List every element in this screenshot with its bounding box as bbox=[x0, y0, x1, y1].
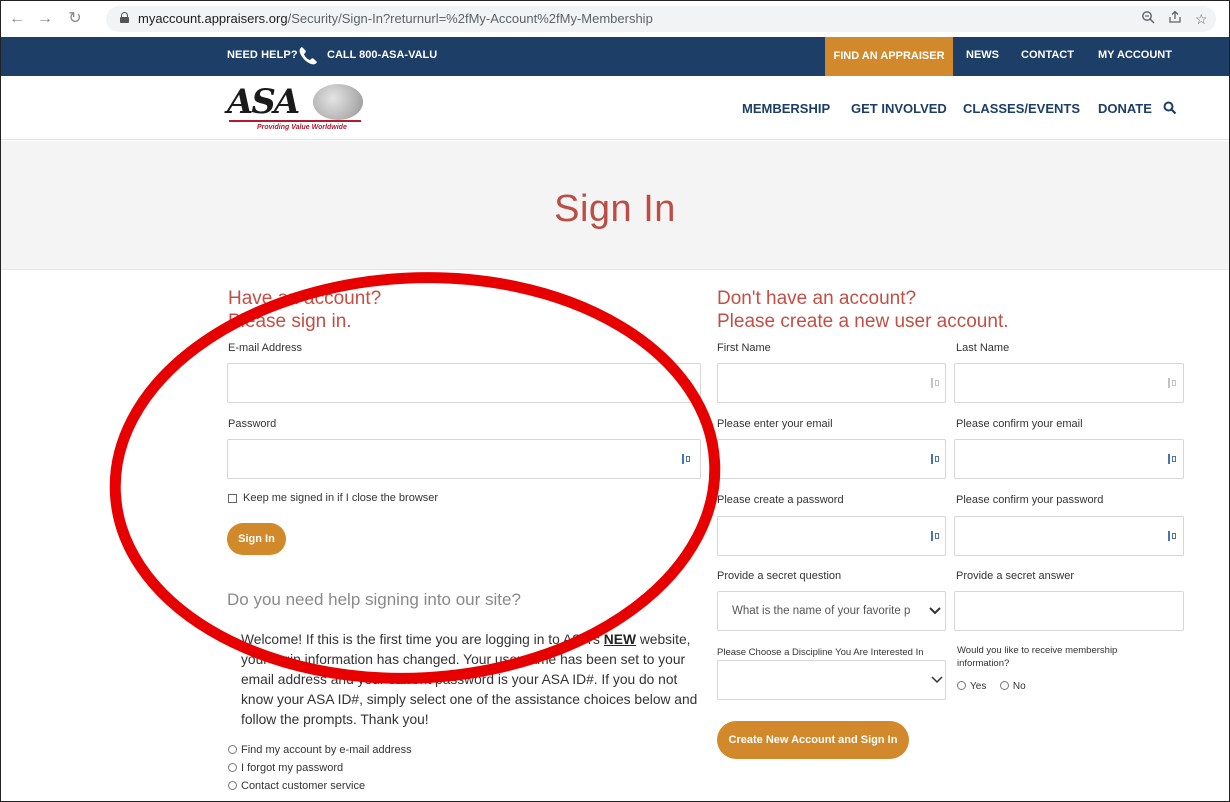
contact-link[interactable]: CONTACT bbox=[1021, 49, 1074, 61]
keep-signed-in-label[interactable]: Keep me signed in if I close the browser bbox=[243, 492, 438, 504]
browser-toolbar: ← → ↻ myaccount.appraisers.org/Security/… bbox=[1, 1, 1229, 37]
membership-info-label: Would you like to receive membership inf… bbox=[957, 645, 1118, 669]
need-help-text: NEED HELP? bbox=[227, 49, 298, 61]
back-arrow-icon[interactable]: ← bbox=[7, 9, 27, 29]
last-name-label: Last Name bbox=[956, 342, 1010, 354]
signin-heading-line1: Have an account? bbox=[228, 288, 382, 309]
star-icon[interactable]: ☆ bbox=[1195, 10, 1208, 28]
register-heading: Don't have an account? Please create a n… bbox=[717, 287, 1009, 333]
yes-label[interactable]: Yes bbox=[970, 681, 986, 692]
globe-icon bbox=[313, 84, 363, 120]
call-phone-link[interactable]: CALL 800-ASA-VALU bbox=[327, 49, 437, 61]
secret-answer-input[interactable] bbox=[954, 591, 1184, 631]
nav-classes-events[interactable]: CLASSES/EVENTS bbox=[963, 101, 1080, 116]
url-path: /Security/Sign-In?returnurl=%2fMy-Accoun… bbox=[287, 11, 653, 26]
share-icon[interactable] bbox=[1168, 10, 1182, 28]
find-appraiser-button[interactable]: FIND AN APPRAISER bbox=[825, 37, 953, 76]
radio-button[interactable] bbox=[228, 781, 237, 790]
first-name-label: First Name bbox=[717, 342, 771, 354]
autofill-key-icon bbox=[682, 378, 690, 388]
autofill-key-icon bbox=[1168, 378, 1176, 388]
secret-question-select[interactable]: What is the name of your favorite p bbox=[717, 591, 946, 631]
last-name-input[interactable] bbox=[954, 363, 1184, 403]
radio-button[interactable] bbox=[228, 745, 237, 754]
reload-icon[interactable]: ↻ bbox=[65, 9, 85, 29]
confirm-password-input[interactable] bbox=[954, 516, 1184, 556]
help-option-contact-service[interactable]: Contact customer service bbox=[228, 780, 365, 792]
secret-question-label: Provide a secret question bbox=[717, 570, 842, 582]
create-password-label: Please create a password bbox=[717, 494, 844, 506]
register-heading-line1: Don't have an account? bbox=[717, 288, 917, 309]
forward-arrow-icon[interactable]: → bbox=[35, 9, 55, 29]
first-name-input[interactable] bbox=[717, 363, 946, 403]
sign-in-button[interactable]: Sign In bbox=[227, 523, 286, 555]
membership-info-options: Yes No bbox=[957, 681, 1026, 692]
autofill-key-icon bbox=[931, 378, 939, 388]
zoom-icon[interactable] bbox=[1141, 10, 1155, 28]
yes-radio[interactable] bbox=[957, 681, 966, 690]
signin-heading-line2: Please sign in. bbox=[228, 311, 352, 332]
email-input[interactable] bbox=[227, 363, 701, 403]
chevron-down-icon bbox=[931, 676, 943, 684]
nav-get-involved[interactable]: GET INVOLVED bbox=[851, 101, 947, 116]
signin-heading: Have an account? Please sign in. bbox=[228, 287, 381, 333]
discipline-label: Please Choose a Discipline You Are Inter… bbox=[717, 647, 924, 658]
hero-banner: Sign In bbox=[1, 141, 1229, 270]
lock-icon bbox=[120, 12, 129, 23]
logo-wordmark: ASA bbox=[227, 82, 300, 122]
asa-logo[interactable]: ASA Providing Value Worldwide bbox=[227, 82, 367, 132]
register-heading-line2: Please create a new user account. bbox=[717, 311, 1009, 332]
welcome-message: Welcome! If this is the first time you a… bbox=[241, 632, 698, 727]
confirm-email-input[interactable] bbox=[954, 439, 1184, 479]
autofill-key-icon bbox=[682, 454, 690, 464]
create-password-input[interactable] bbox=[717, 516, 946, 556]
main-nav: ASA Providing Value Worldwide MEMBERSHIP… bbox=[1, 76, 1229, 140]
email-label: Please enter your email bbox=[717, 418, 833, 430]
help-heading: Do you need help signing into our site? bbox=[227, 590, 521, 609]
chevron-down-icon bbox=[929, 607, 941, 615]
no-label[interactable]: No bbox=[1013, 681, 1026, 692]
page-frame: ← → ↻ myaccount.appraisers.org/Security/… bbox=[0, 0, 1230, 802]
create-account-button[interactable]: Create New Account and Sign In bbox=[717, 721, 909, 759]
confirm-password-label: Please confirm your password bbox=[956, 494, 1104, 506]
autofill-key-icon bbox=[931, 531, 939, 541]
autofill-key-icon bbox=[1168, 454, 1176, 464]
help-option-forgot-password[interactable]: I forgot my password bbox=[228, 762, 343, 774]
help-option-find-account[interactable]: Find my account by e-mail address bbox=[228, 744, 412, 756]
radio-button[interactable] bbox=[228, 763, 237, 772]
secret-answer-label: Provide a secret answer bbox=[956, 570, 1074, 582]
address-bar[interactable]: myaccount.appraisers.org/Security/Sign-I… bbox=[106, 6, 1216, 32]
password-label: Password bbox=[228, 418, 277, 430]
confirm-email-label: Please confirm your email bbox=[956, 418, 1083, 430]
utility-bar: NEED HELP? CALL 800-ASA-VALU FIND AN APP… bbox=[1, 37, 1229, 76]
search-icon[interactable] bbox=[1163, 101, 1177, 115]
no-radio[interactable] bbox=[999, 681, 1009, 690]
nav-donate[interactable]: DONATE bbox=[1098, 101, 1152, 116]
page-title: Sign In bbox=[554, 188, 676, 230]
my-account-link[interactable]: MY ACCOUNT bbox=[1098, 49, 1172, 61]
url-host: myaccount.appraisers.org bbox=[138, 11, 288, 26]
password-input[interactable] bbox=[227, 439, 701, 479]
new-emphasis: NEW bbox=[603, 632, 636, 647]
email-label: E-mail Address bbox=[228, 342, 302, 354]
phone-icon bbox=[299, 47, 317, 65]
keep-signed-in-checkbox[interactable] bbox=[228, 494, 237, 503]
url-text: myaccount.appraisers.org/Security/Sign-I… bbox=[138, 10, 653, 28]
autofill-key-icon bbox=[1168, 531, 1176, 541]
nav-membership[interactable]: MEMBERSHIP bbox=[742, 101, 830, 116]
register-email-input[interactable] bbox=[717, 439, 946, 479]
news-link[interactable]: NEWS bbox=[966, 49, 999, 61]
autofill-key-icon bbox=[931, 454, 939, 464]
logo-tagline: Providing Value Worldwide bbox=[257, 124, 347, 131]
discipline-select[interactable] bbox=[717, 660, 946, 700]
